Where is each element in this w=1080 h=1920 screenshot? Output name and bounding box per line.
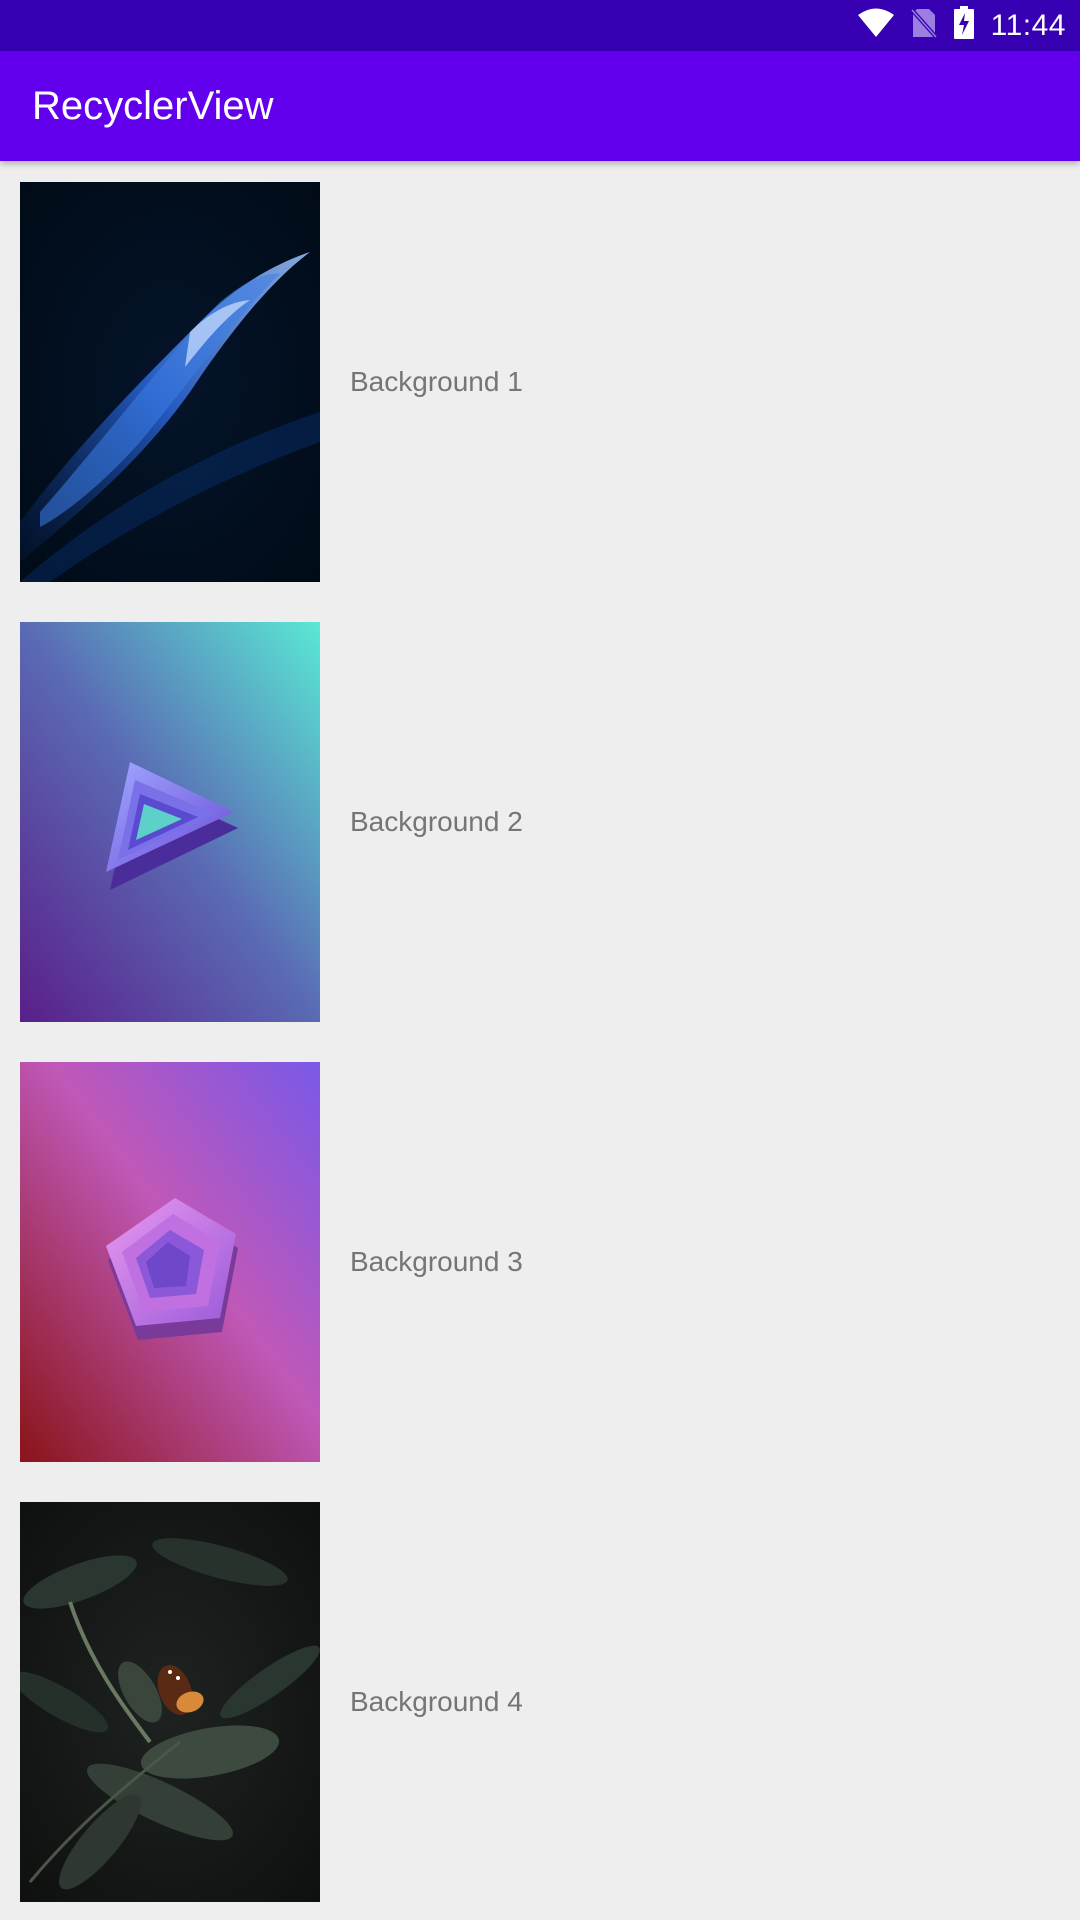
recycler-list[interactable]: Background 1 Background 2 Background 3 B… <box>0 161 1080 1920</box>
status-icons: 11:44 <box>857 0 1066 51</box>
list-item[interactable]: Background 3 <box>0 1041 1080 1481</box>
wifi-icon <box>857 8 895 43</box>
no-sim-icon <box>910 8 938 43</box>
list-item[interactable]: Background 2 <box>0 601 1080 1041</box>
item-label: Background 1 <box>350 366 523 397</box>
thumbnail-image <box>20 1062 320 1462</box>
item-label: Background 3 <box>350 1246 523 1277</box>
thumbnail-image <box>20 622 320 1022</box>
list-item[interactable]: Background 1 <box>0 161 1080 601</box>
app-bar: RecyclerView <box>0 51 1080 161</box>
thumbnail-image <box>20 182 320 582</box>
item-label: Background 4 <box>350 1686 523 1717</box>
list-item[interactable]: Background 4 <box>0 1481 1080 1920</box>
item-label: Background 2 <box>350 806 523 837</box>
app-title: RecyclerView <box>32 84 274 128</box>
status-time: 11:44 <box>990 8 1066 42</box>
battery-charging-icon <box>953 6 975 45</box>
status-bar: 11:44 <box>0 0 1080 51</box>
thumbnail-image <box>20 1502 320 1902</box>
